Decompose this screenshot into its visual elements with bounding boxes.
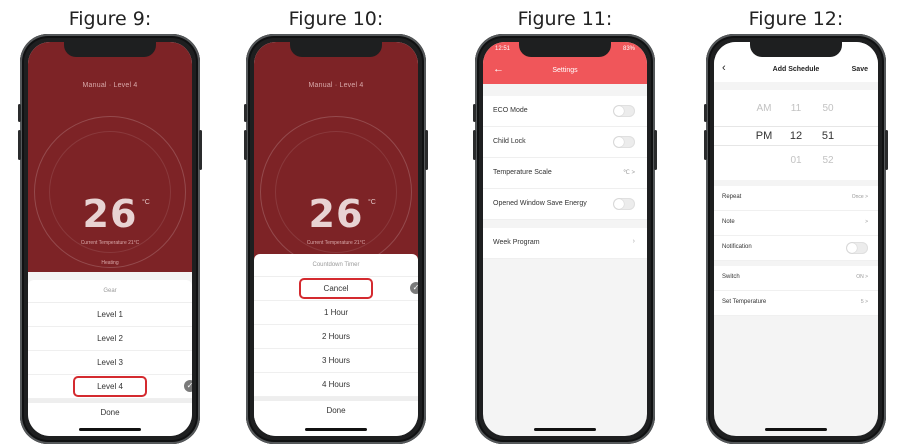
selection-highlight <box>73 376 147 397</box>
time-picker[interactable]: AM 11 50 PM 12 51 01 52 <box>714 90 878 180</box>
setting-week-program[interactable]: Week Program › <box>483 228 647 259</box>
row-notification[interactable]: Notification <box>714 236 878 261</box>
option-level-3[interactable]: Level 3 <box>28 351 192 375</box>
setting-window-save-energy[interactable]: Opened Window Save Energy <box>483 189 647 220</box>
figure-10: Figure 10: Manual · Level 4 26 °C Curren… <box>226 0 446 446</box>
schedule-options-2: Switch ON > Set Temperature 5 > <box>714 266 878 316</box>
option-1-hour[interactable]: 1 Hour <box>254 301 418 325</box>
page-title: Settings <box>552 67 578 74</box>
figure-caption: Figure 11: <box>517 8 613 30</box>
option-level-4[interactable]: Level 4 ✓ <box>28 375 192 399</box>
figure-caption: Figure 9: <box>68 8 152 30</box>
schedule-options: Repeat Once > Note > Notification <box>714 186 878 261</box>
picker-row-selected[interactable]: PM 12 51 <box>714 126 878 146</box>
setting-child-lock[interactable]: Child Lock <box>483 127 647 158</box>
selection-highlight <box>299 278 373 299</box>
sheet-title: Countdown Timer <box>254 254 418 277</box>
mode-label: Manual · Level 4 <box>308 82 364 89</box>
setting-eco-mode[interactable]: ECO Mode <box>483 96 647 127</box>
phone-screen: 12:51 83% ← Settings ECO Mode Child Lock… <box>483 42 647 436</box>
phone-screen: Manual · Level 4 26 °C Current Temperatu… <box>28 42 192 436</box>
done-button[interactable]: Done <box>254 397 418 421</box>
option-4-hours[interactable]: 4 Hours <box>254 373 418 397</box>
figure-11: Figure 11: 12:51 83% ← Settings ECO Mode <box>455 0 675 446</box>
row-set-temperature[interactable]: Set Temperature 5 > <box>714 291 878 316</box>
picker-row[interactable]: 01 52 <box>714 152 878 170</box>
phone-screen: Manual · Level 4 26 °C Current Temperatu… <box>254 42 418 436</box>
notch <box>750 42 842 57</box>
done-button[interactable]: Done <box>28 399 192 423</box>
option-level-2[interactable]: Level 2 <box>28 327 192 351</box>
figure-9: Figure 9: Manual · Level 4 26 °C Current… <box>0 0 220 446</box>
setting-temperature-scale[interactable]: Temperature Scale ℃ > <box>483 158 647 189</box>
save-button[interactable]: Save <box>852 66 868 73</box>
current-temperature-label: Current Temperature 21°C <box>80 240 140 246</box>
home-indicator <box>305 428 367 431</box>
phone-frame: Manual · Level 4 26 °C Current Temperatu… <box>244 34 428 444</box>
option-level-1[interactable]: Level 1 <box>28 303 192 327</box>
temperature-value: 26 <box>308 192 364 236</box>
temperature-unit: °C <box>368 199 376 206</box>
option-cancel[interactable]: Cancel ✓ <box>254 277 418 301</box>
phone-frame: ‹ Add Schedule Save AM 11 50 PM 12 51 01 52 R… <box>704 34 888 444</box>
temperature-unit: °C <box>142 199 150 206</box>
notch <box>519 42 611 57</box>
sheet-title: Gear <box>28 280 192 303</box>
mode-label: Manual · Level 4 <box>82 82 138 89</box>
phone-frame: 12:51 83% ← Settings ECO Mode Child Lock… <box>473 34 657 444</box>
eco-mode-toggle[interactable] <box>613 105 635 117</box>
notch <box>64 42 156 57</box>
settings-list: ECO Mode Child Lock Temperature Scale ℃ … <box>483 96 647 220</box>
option-3-hours[interactable]: 3 Hours <box>254 349 418 373</box>
check-icon: ✓ <box>184 380 192 392</box>
phone-frame: Manual · Level 4 26 °C Current Temperatu… <box>18 34 202 444</box>
current-temperature-label: Current Temperature 21°C <box>306 240 366 246</box>
figure-caption: Figure 10: <box>288 8 384 30</box>
week-program-group: Week Program › <box>483 228 647 259</box>
row-note[interactable]: Note > <box>714 211 878 236</box>
phone-screen: ‹ Add Schedule Save AM 11 50 PM 12 51 01 52 R… <box>714 42 878 436</box>
home-indicator <box>534 428 596 431</box>
check-icon: ✓ <box>410 282 418 294</box>
row-repeat[interactable]: Repeat Once > <box>714 186 878 211</box>
gear-sheet: Gear Level 1 Level 2 Level 3 Level 4 ✓ D… <box>28 280 192 436</box>
figure-12: Figure 12: ‹ Add Schedule Save AM 11 50 PM… <box>686 0 906 446</box>
picker-row[interactable]: AM 11 50 <box>714 100 878 118</box>
countdown-sheet: Countdown Timer Cancel ✓ 1 Hour 2 Hours … <box>254 254 418 436</box>
status-label: Heating <box>101 260 119 266</box>
row-switch[interactable]: Switch ON > <box>714 266 878 291</box>
chevron-right-icon: › <box>632 238 635 245</box>
status-time: 12:51 <box>495 46 511 52</box>
window-save-energy-toggle[interactable] <box>613 198 635 210</box>
notification-toggle[interactable] <box>846 242 868 254</box>
battery-indicator: 83% <box>622 46 635 52</box>
home-indicator <box>765 428 827 431</box>
thermostat-panel: Manual · Level 4 26 °C Current Temperatu… <box>28 42 192 272</box>
figure-caption: Figure 12: <box>748 8 844 30</box>
temperature-value: 26 <box>82 192 138 236</box>
option-2-hours[interactable]: 2 Hours <box>254 325 418 349</box>
notch <box>290 42 382 57</box>
home-indicator <box>79 428 141 431</box>
thermostat-panel: Manual · Level 4 26 °C Current Temperatu… <box>254 42 418 272</box>
child-lock-toggle[interactable] <box>613 136 635 148</box>
temperature-scale-value: ℃ > <box>623 170 635 176</box>
